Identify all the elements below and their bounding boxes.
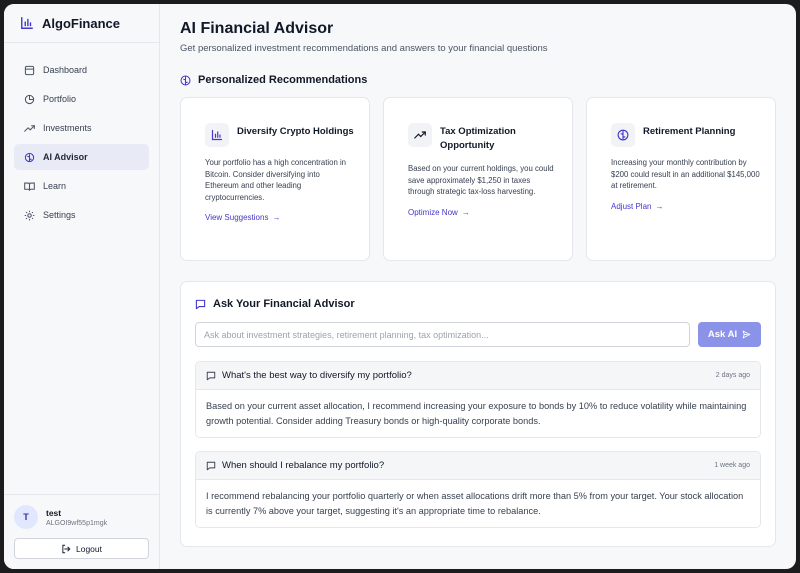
send-icon xyxy=(742,330,751,339)
brand[interactable]: AlgoFinance xyxy=(4,4,159,43)
question-text: When should I rebalance my portfolio? xyxy=(222,460,385,471)
recommendation-card: Diversify Crypto Holdings Your portfolio… xyxy=(180,97,370,261)
user-name: test xyxy=(46,507,62,518)
trending-up-icon xyxy=(24,123,35,134)
sidebar-item-portfolio[interactable]: Portfolio xyxy=(14,86,149,112)
section-title: Personalized Recommendations xyxy=(198,74,368,86)
timestamp: 2 days ago xyxy=(715,372,750,379)
logout-icon xyxy=(62,544,71,553)
sidebar-item-investments[interactable]: Investments xyxy=(14,115,149,141)
sidebar-item-ai-advisor[interactable]: AI Advisor xyxy=(14,144,149,170)
card-title: Retirement Planning xyxy=(643,126,736,137)
brain-icon xyxy=(180,75,191,85)
user-profile: T test ALGOI9wf55p1mgk xyxy=(14,505,149,529)
arrow-right-icon: → xyxy=(655,201,664,211)
sidebar-footer: T test ALGOI9wf55p1mgk Logout xyxy=(4,494,159,569)
sidebar-item-label: Learn xyxy=(43,181,67,191)
trending-up-icon xyxy=(408,123,432,147)
card-body: Your portfolio has a high concentration … xyxy=(205,158,347,202)
sidebar-item-label: Dashboard xyxy=(43,65,88,75)
ask-ai-label: Ask AI xyxy=(707,329,738,340)
card-body: Based on your current holdings, you coul… xyxy=(408,164,554,196)
page-title: AI Financial Advisor xyxy=(180,20,334,37)
brain-icon xyxy=(611,123,635,147)
sidebar-item-label: Settings xyxy=(43,210,76,220)
sidebar: AlgoFinance Dashboard Portfolio Investme… xyxy=(4,4,160,569)
sidebar-item-label: Investments xyxy=(43,123,92,133)
link-label: View Suggestions xyxy=(205,213,269,222)
optimize-now-link[interactable]: Optimize Now → xyxy=(408,208,558,217)
arrow-right-icon: → xyxy=(272,213,281,222)
home-icon xyxy=(24,65,35,76)
logout-button[interactable]: Logout xyxy=(14,538,149,559)
app-window: AlgoFinance Dashboard Portfolio Investme… xyxy=(4,4,796,569)
sidebar-item-label: AI Advisor xyxy=(43,152,88,162)
conversation-answer: I recommend rebalancing your portfolio q… xyxy=(196,480,760,527)
arrow-right-icon: → xyxy=(461,207,470,217)
brand-name: AlgoFinance xyxy=(42,15,121,31)
question-text: What's the best way to diversify my port… xyxy=(222,370,412,381)
chat-icon xyxy=(206,371,216,380)
sidebar-nav: Dashboard Portfolio Investments AI Advis… xyxy=(4,43,159,231)
ask-row: Ask AI xyxy=(195,322,761,347)
link-label: Optimize Now xyxy=(408,207,458,217)
sidebar-item-dashboard[interactable]: Dashboard xyxy=(14,57,149,83)
conversation-answer: Based on your current asset allocation, … xyxy=(196,390,760,437)
avatar: T xyxy=(14,505,38,529)
view-suggestions-link[interactable]: View Suggestions → xyxy=(205,213,355,222)
brain-icon xyxy=(24,152,35,163)
conversation-item: When should I rebalance my portfolio? 1 … xyxy=(195,451,761,528)
bar-chart-icon xyxy=(21,17,33,29)
book-icon xyxy=(24,181,35,192)
bar-chart-icon xyxy=(205,123,229,147)
card-title: Diversify Crypto Holdings xyxy=(237,126,354,137)
advisor-heading: Ask Your Financial Advisor xyxy=(195,298,761,310)
chat-icon xyxy=(206,461,216,470)
question-input[interactable] xyxy=(195,322,690,347)
conversation-item: What's the best way to diversify my port… xyxy=(195,361,761,438)
ask-ai-button[interactable]: Ask AI xyxy=(698,322,761,347)
sidebar-item-settings[interactable]: Settings xyxy=(14,202,149,228)
section-title: Ask Your Financial Advisor xyxy=(213,298,355,310)
link-label: Adjust Plan xyxy=(611,201,652,211)
pie-chart-icon xyxy=(24,94,35,105)
card-title: Tax Optimization Opportunity xyxy=(440,126,516,151)
conversation-question[interactable]: What's the best way to diversify my port… xyxy=(196,362,760,390)
recommendation-card: Retirement Planning Increasing your mont… xyxy=(586,97,776,261)
recommendation-cards: Diversify Crypto Holdings Your portfolio… xyxy=(180,97,776,261)
recommendation-card: Tax Optimization Opportunity Based on yo… xyxy=(383,97,573,261)
adjust-plan-link[interactable]: Adjust Plan → xyxy=(611,202,761,211)
chat-icon xyxy=(195,299,206,309)
sidebar-item-learn[interactable]: Learn xyxy=(14,173,149,199)
page-subtitle: Get personalized investment recommendati… xyxy=(180,43,548,54)
logout-label: Logout xyxy=(76,543,102,554)
card-body: Increasing your monthly contribution by … xyxy=(611,158,760,190)
timestamp: 1 week ago xyxy=(714,462,750,469)
gear-icon xyxy=(24,210,35,221)
advisor-panel: Ask Your Financial Advisor Ask AI What's… xyxy=(180,281,776,547)
main-content: AI Financial Advisor Get personalized in… xyxy=(160,4,796,569)
user-id: ALGOI9wf55p1mgk xyxy=(46,519,108,527)
recommendations-heading: Personalized Recommendations xyxy=(180,74,776,86)
conversation-question[interactable]: When should I rebalance my portfolio? 1 … xyxy=(196,452,760,480)
sidebar-item-label: Portfolio xyxy=(43,94,77,104)
